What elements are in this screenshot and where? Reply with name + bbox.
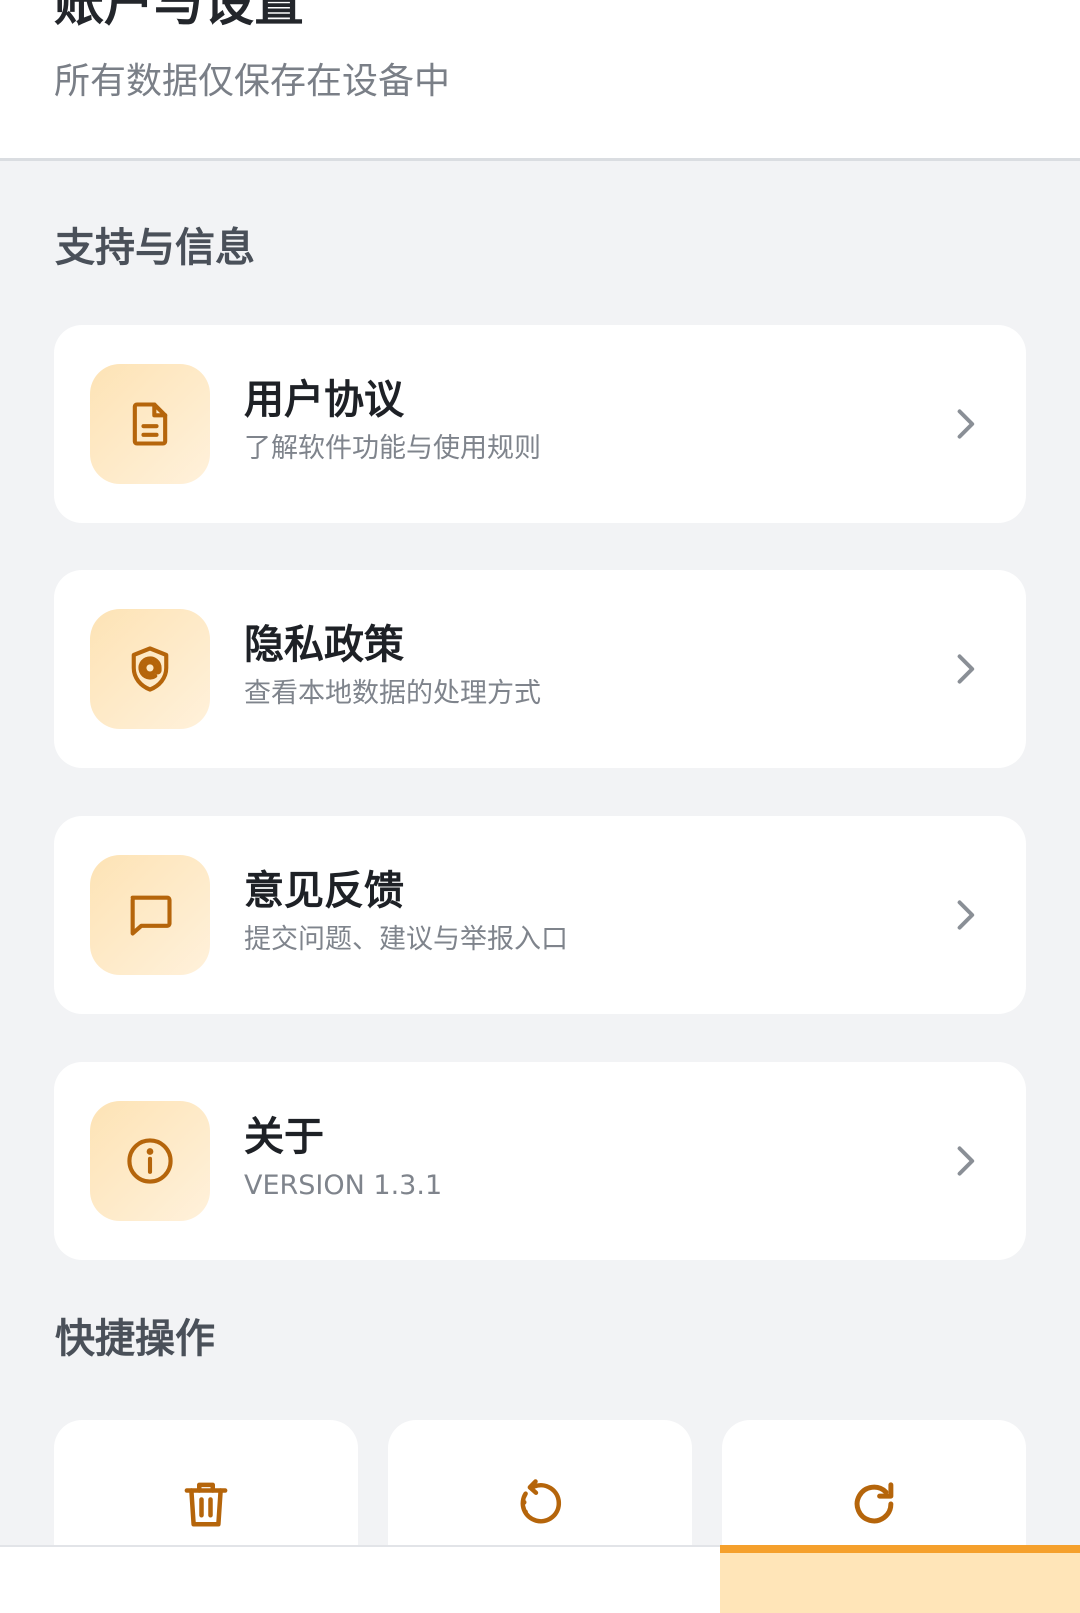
settings-screen: 账户与设置 所有数据仅保存在设备中 支持与信息 用户协议 了解软件功能与使用规则 [0,0,1080,1613]
user-agreement-title: 用户协议 [244,377,404,423]
feedback-icon-box [90,855,210,975]
user-agreement-subtitle: 了解软件功能与使用规则 [244,433,541,464]
privacy-policy-subtitle: 查看本地数据的处理方式 [244,678,541,709]
feedback-title: 意见反馈 [244,868,404,914]
page-header: 账户与设置 所有数据仅保存在设备中 [0,0,1080,161]
privacy-policy-title: 隐私政策 [244,622,404,668]
info-icon [127,1138,173,1184]
page-subtitle: 所有数据仅保存在设备中 [54,61,451,102]
page-title: 账户与设置 [54,0,304,32]
about-title: 关于 [244,1114,324,1160]
chevron-right-icon [957,1146,975,1176]
about-icon-box [90,1101,210,1221]
user-agreement-icon-box [90,364,210,484]
refresh-icon [854,1482,894,1524]
about-version: VERSION 1.3.1 [244,1170,443,1201]
document-icon [132,402,168,446]
trash-icon [184,1482,228,1527]
privacy-policy-item[interactable]: 隐私政策 查看本地数据的处理方式 [54,570,1026,768]
chevron-right-icon [957,900,975,930]
shield-icon [131,646,169,692]
user-agreement-item[interactable]: 用户协议 了解软件功能与使用规则 [54,325,1026,523]
chat-bubble-icon [130,895,172,936]
about-item[interactable]: 关于 VERSION 1.3.1 [54,1062,1026,1260]
section-title-quick-actions: 快捷操作 [55,1316,215,1362]
feedback-item[interactable]: 意见反馈 提交问题、建议与举报入口 [54,816,1026,1014]
chevron-right-icon [957,654,975,684]
section-title-support: 支持与信息 [55,225,255,271]
privacy-policy-icon-box [90,609,210,729]
feedback-subtitle: 提交问题、建议与举报入口 [244,924,568,955]
chevron-right-icon [957,409,975,439]
bottom-nav-tab-active[interactable] [720,1545,1080,1613]
rotate-ccw-icon [520,1479,562,1524]
